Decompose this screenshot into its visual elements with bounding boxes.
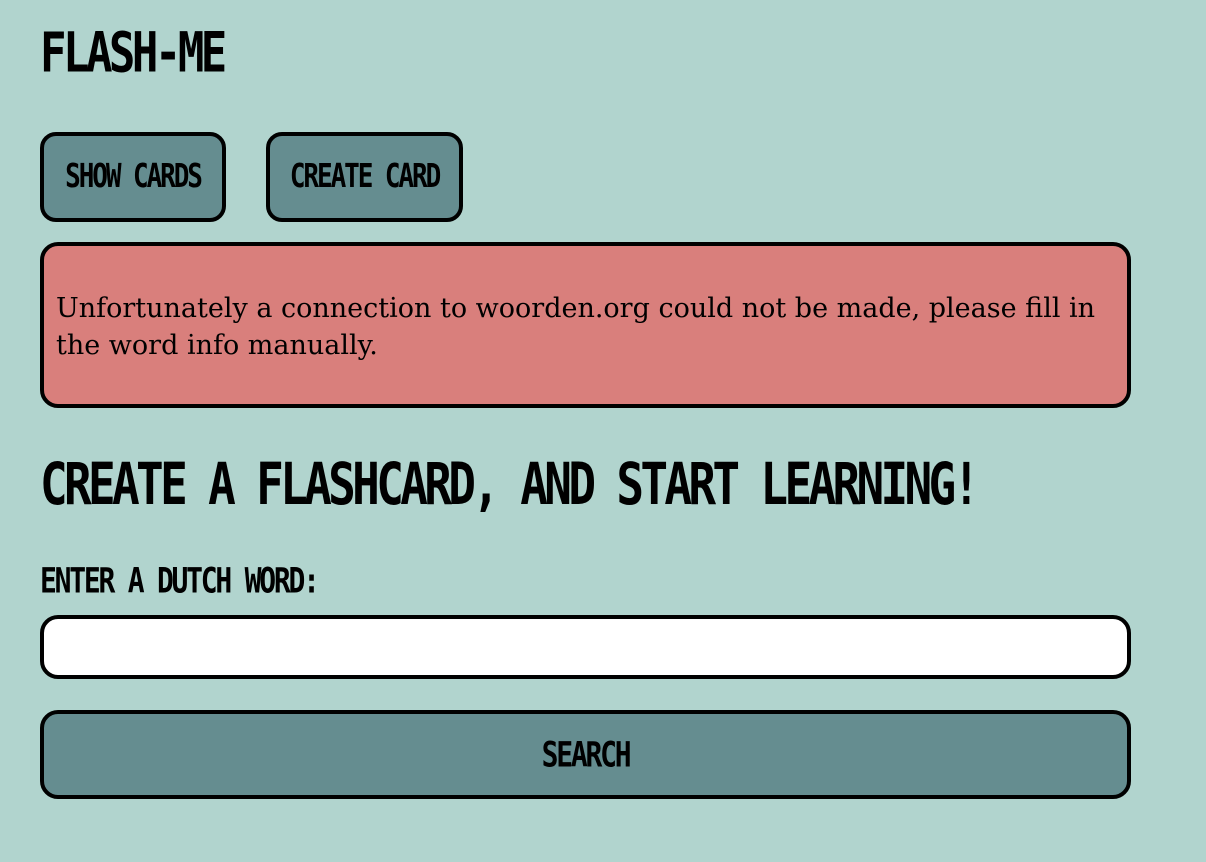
create-card-label: CREATE CARD <box>289 158 441 196</box>
show-cards-label: SHOW CARDS <box>65 158 203 196</box>
search-label: SEARCH <box>541 733 632 776</box>
dutch-word-label: ENTER A DUTCH WORD: <box>40 559 320 601</box>
search-button[interactable]: SEARCH <box>40 710 1131 799</box>
app-title: FLASH-ME <box>40 21 227 86</box>
error-message: Unfortunately a connection to woorden.or… <box>56 293 1096 361</box>
create-flashcard-heading: CREATE A FLASHCARD, AND START LEARNING! <box>40 450 980 518</box>
show-cards-button[interactable]: SHOW CARDS <box>40 132 226 222</box>
error-alert: Unfortunately a connection to woorden.or… <box>40 242 1131 408</box>
dutch-word-input[interactable] <box>40 615 1131 679</box>
create-card-button[interactable]: CREATE CARD <box>266 132 463 222</box>
